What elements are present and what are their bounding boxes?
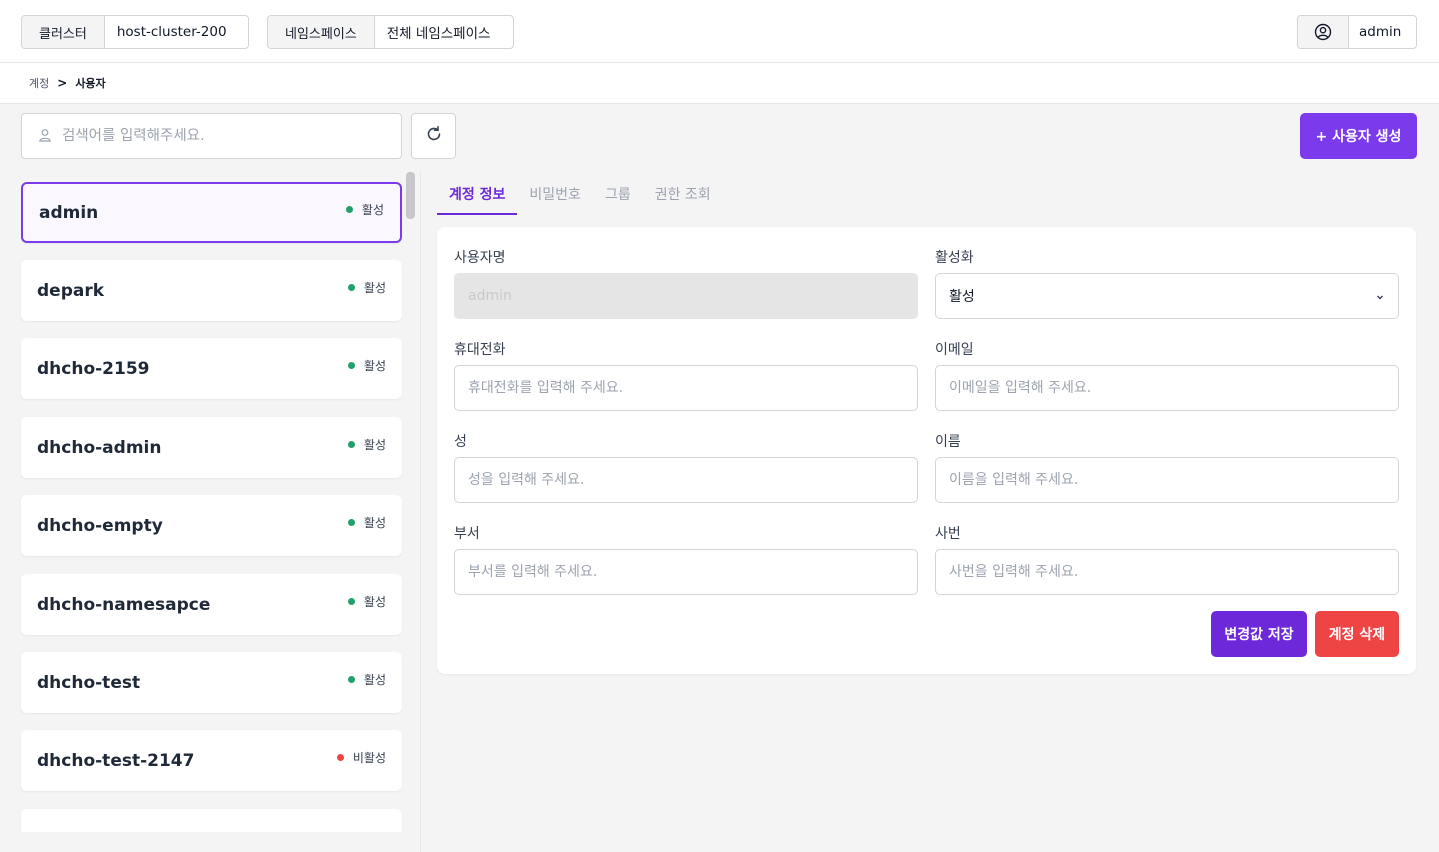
- cluster-label: 클러스터: [22, 16, 105, 48]
- activation-value: 활성: [949, 289, 975, 305]
- last-name-input[interactable]: [455, 458, 917, 502]
- user-name: depark: [37, 280, 105, 301]
- employee-id-label: 사번: [935, 526, 961, 542]
- first-name-label: 이름: [935, 434, 961, 450]
- cluster-value: host-cluster-200: [116, 24, 227, 40]
- user-card-admin[interactable]: admin 활성: [21, 182, 402, 243]
- phone-field[interactable]: [454, 365, 918, 411]
- account-info-form: 사용자명 활성화 활성 휴대전화 이메일 성 이름 부서 사번 변경값 저장 계…: [437, 227, 1416, 674]
- activation-label: 활성화: [935, 250, 974, 266]
- list-scrollbar[interactable]: [406, 172, 415, 219]
- status-dot: [347, 598, 355, 605]
- status-dot: [347, 284, 355, 291]
- panel-divider: [420, 172, 421, 852]
- namespace-value: 전체 네임스페이스: [386, 26, 491, 42]
- user-name: admin: [39, 202, 99, 223]
- status-text: 활성: [363, 359, 386, 373]
- status-text: 활성: [363, 438, 386, 452]
- status-text: 활성: [363, 595, 386, 609]
- user-name: dhcho-test: [37, 672, 141, 693]
- user-name: dhcho-test-2147: [37, 750, 195, 771]
- phone-label: 휴대전화: [454, 342, 506, 358]
- status-badge: 비활성: [336, 749, 386, 766]
- user-circle-icon: [1298, 16, 1349, 48]
- top-bar: 클러스터 host-cluster-200 네임스페이스 전체 네임스페이스 a…: [0, 0, 1439, 63]
- status-badge: 활성: [345, 201, 384, 218]
- user-list: admin 활성 depark 활성 dhcho-2159 활성 dhcho-a…: [0, 172, 421, 852]
- status-badge: 활성: [347, 593, 386, 610]
- employee-id-input[interactable]: [936, 550, 1398, 594]
- breadcrumb-parent[interactable]: 계정: [29, 75, 49, 91]
- status-dot: [347, 676, 355, 683]
- status-badge: 활성: [347, 436, 386, 453]
- first-name-input[interactable]: [936, 458, 1398, 502]
- username-field: [454, 273, 918, 319]
- refresh-icon: [425, 125, 443, 147]
- username-input: [455, 274, 917, 318]
- breadcrumb: 계정 > 사용자: [0, 63, 1439, 104]
- user-card-dhcho-test[interactable]: dhcho-test 활성: [21, 652, 402, 713]
- tab-groups[interactable]: 그룹: [593, 172, 643, 215]
- user-card-dhcho-empty[interactable]: dhcho-empty 활성: [21, 495, 402, 556]
- status-text: 활성: [363, 673, 386, 687]
- user-card-dhcho-admin[interactable]: dhcho-admin 활성: [21, 417, 402, 478]
- user-card-depark[interactable]: depark 활성: [21, 260, 402, 321]
- user-name: dhcho-admin: [37, 437, 162, 458]
- save-changes-button[interactable]: 변경값 저장: [1211, 611, 1307, 657]
- status-dot: [345, 206, 353, 213]
- department-field[interactable]: [454, 549, 918, 595]
- user-name: dhcho-namesapce: [37, 594, 211, 615]
- user-card-dhcho-test-2147[interactable]: dhcho-test-2147 비활성: [21, 730, 402, 791]
- status-badge: 활성: [347, 514, 386, 531]
- breadcrumb-current: 사용자: [75, 77, 106, 90]
- user-name: dhcho-empty: [37, 515, 163, 536]
- activation-select[interactable]: 활성: [935, 273, 1399, 319]
- email-field[interactable]: [935, 365, 1399, 411]
- breadcrumb-separator: >: [57, 76, 68, 90]
- namespace-selector[interactable]: 네임스페이스 전체 네임스페이스: [267, 15, 514, 49]
- user-card-dhcho-2159[interactable]: dhcho-2159 활성: [21, 338, 402, 399]
- first-name-field[interactable]: [935, 457, 1399, 503]
- user-name: dhcho-2159: [37, 358, 150, 379]
- department-input[interactable]: [455, 550, 917, 594]
- last-name-field[interactable]: [454, 457, 918, 503]
- list-bottom-edge: [0, 832, 420, 852]
- username-label: 사용자명: [454, 250, 506, 266]
- user-card-dhcho-namesapce[interactable]: dhcho-namesapce 활성: [21, 574, 402, 635]
- status-dot: [347, 519, 355, 526]
- user-search-icon: [38, 127, 52, 146]
- phone-input[interactable]: [455, 366, 917, 410]
- delete-account-button[interactable]: 계정 삭제: [1315, 611, 1399, 657]
- email-label: 이메일: [935, 342, 974, 358]
- status-badge: 활성: [347, 279, 386, 296]
- employee-id-field[interactable]: [935, 549, 1399, 595]
- department-label: 부서: [454, 526, 480, 542]
- refresh-button[interactable]: [411, 113, 456, 159]
- cluster-selector[interactable]: 클러스터 host-cluster-200: [21, 15, 249, 49]
- tab-account-info[interactable]: 계정 정보: [437, 172, 518, 215]
- status-dot: [347, 362, 355, 369]
- create-user-button[interactable]: + 사용자 생성: [1300, 113, 1417, 159]
- status-text: 활성: [361, 203, 384, 217]
- search-input[interactable]: [62, 128, 382, 144]
- status-dot: [347, 441, 355, 448]
- status-badge: 활성: [347, 357, 386, 374]
- email-input[interactable]: [936, 366, 1398, 410]
- status-dot: [336, 754, 344, 761]
- status-text: 활성: [363, 281, 386, 295]
- search-box[interactable]: [21, 113, 402, 159]
- tab-password[interactable]: 비밀번호: [517, 172, 593, 215]
- status-text: 활성: [363, 516, 386, 530]
- user-name: admin: [1359, 24, 1402, 40]
- chevron-down-icon: [1375, 287, 1385, 306]
- status-text: 비활성: [352, 751, 386, 765]
- namespace-label: 네임스페이스: [268, 16, 375, 48]
- tab-permissions[interactable]: 권한 조회: [643, 172, 723, 215]
- status-badge: 활성: [347, 671, 386, 688]
- user-menu[interactable]: admin: [1297, 15, 1417, 49]
- last-name-label: 성: [454, 434, 467, 450]
- detail-tabs: 계정 정보 비밀번호 그룹 권한 조회: [437, 172, 723, 215]
